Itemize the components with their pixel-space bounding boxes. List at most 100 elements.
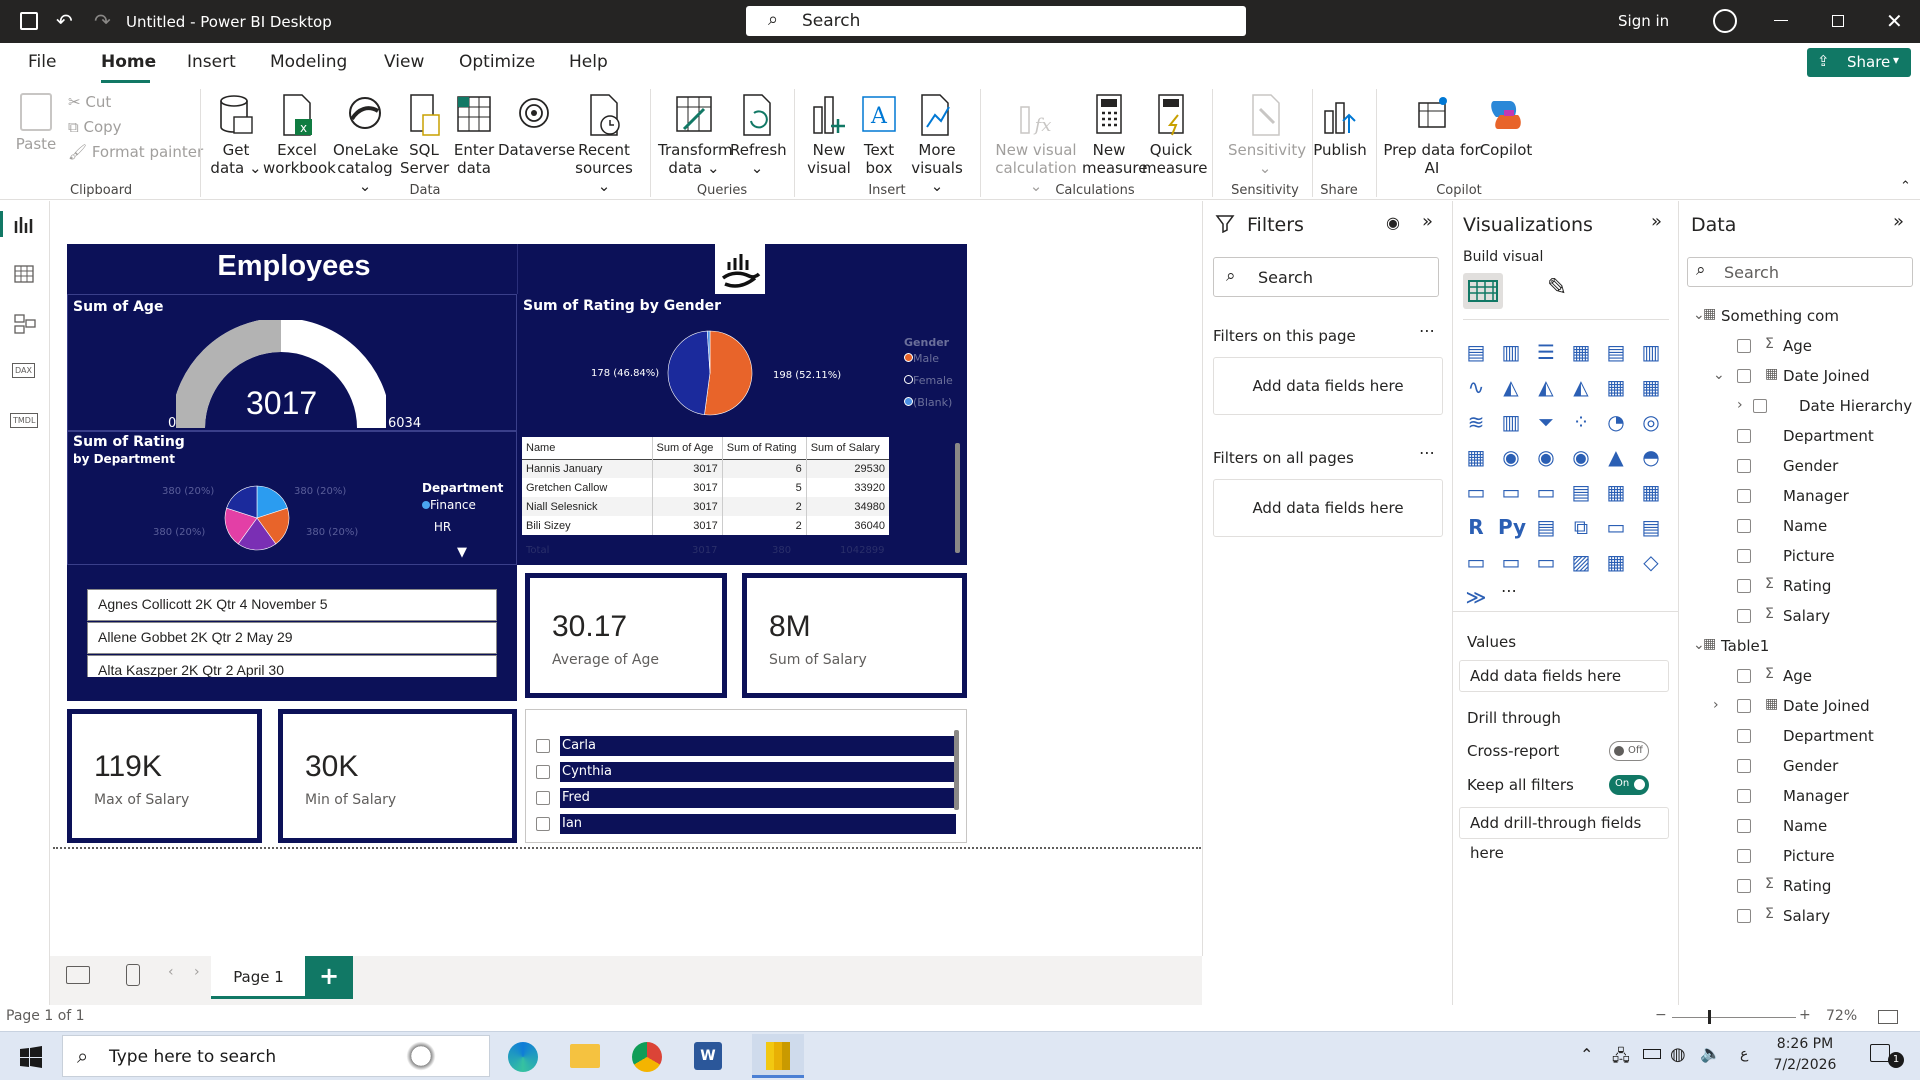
paginated-report-icon[interactable]: ▭ [1463, 550, 1489, 574]
build-visual-tab[interactable] [1463, 273, 1503, 309]
python-visual-icon[interactable]: Py [1498, 515, 1526, 539]
new-visual-calculation-button[interactable]: fx New visual calculation ⌄ [992, 93, 1080, 195]
donut-slice-male[interactable] [704, 330, 753, 416]
map-icon[interactable]: ◉ [1498, 445, 1524, 469]
menu-insert[interactable]: Insert [187, 52, 236, 72]
chrome-app-icon[interactable] [632, 1042, 662, 1072]
undo-icon[interactable]: ↶ [56, 9, 73, 33]
slicer-checkbox[interactable] [536, 817, 550, 831]
battery-icon[interactable] [1643, 1049, 1661, 1059]
col-salary[interactable]: Sum of Salary [806, 437, 889, 459]
menu-file[interactable]: File [28, 52, 56, 72]
field-date-joined[interactable]: ⌄ ▦ Date Joined [1679, 365, 1919, 389]
kpi-icon[interactable]: ▭ [1533, 480, 1559, 504]
key-influencers-icon[interactable]: ▤ [1533, 515, 1559, 539]
more-options-icon[interactable]: ⋯ [1419, 321, 1435, 340]
chevron-down-icon[interactable]: ⌄ [1713, 367, 1725, 383]
list-visual[interactable]: Agnes Collicott 2K Qtr 4 November 5 Alle… [67, 565, 517, 701]
table-view-icon[interactable] [14, 265, 34, 283]
zoom-out-icon[interactable]: − [1655, 1007, 1667, 1023]
table-row[interactable]: Hannis January 3017 6 29530 [522, 459, 889, 478]
field-salary[interactable]: Σ Salary [1679, 905, 1919, 929]
more-options-icon[interactable]: ⋯ [1419, 443, 1435, 462]
filters-page-dropzone[interactable]: Add data fields here [1213, 357, 1443, 415]
edge-app-icon[interactable] [508, 1042, 538, 1072]
field-checkbox[interactable] [1737, 519, 1751, 533]
report-view-icon[interactable] [14, 215, 34, 233]
drill-through-dropzone[interactable]: Add drill-through fields here [1459, 807, 1669, 862]
sum-salary-card[interactable]: 8M Sum of Salary [742, 573, 967, 698]
slicer-icon[interactable]: ▤ [1568, 480, 1594, 504]
line-clustered-column-icon[interactable]: ▦ [1638, 375, 1664, 399]
collapse-ribbon-icon[interactable]: ⌃ [1900, 179, 1911, 194]
col-age[interactable]: Sum of Age [652, 437, 723, 459]
sensitivity-button[interactable]: Sensitivity ⌄ [1228, 93, 1306, 177]
quick-measure-button[interactable]: Quick measure [1142, 93, 1207, 177]
new-measure-button[interactable]: New measure [1082, 93, 1147, 177]
field-checkbox[interactable] [1737, 429, 1751, 443]
multi-row-card-icon[interactable]: ▭ [1498, 480, 1524, 504]
name-slicer[interactable]: Carla Cynthia Fred Ian [525, 709, 967, 843]
fit-page-icon[interactable] [1878, 1010, 1898, 1024]
menu-home[interactable]: Home [101, 52, 156, 72]
page-tab-1[interactable]: Page 1 [211, 956, 306, 999]
stacked-bar-icon[interactable]: ▤ [1463, 340, 1489, 364]
pie-icon[interactable]: ◔ [1603, 410, 1629, 434]
field-date-hierarchy[interactable]: › Date Hierarchy [1679, 395, 1919, 419]
power-apps-icon[interactable]: ▭ [1498, 550, 1524, 574]
share-button[interactable]: ⇪ Share ▾ [1807, 48, 1911, 77]
sql-server-button[interactable]: SQL Server [400, 93, 449, 177]
get-data-button[interactable]: Get data ⌄ [208, 93, 264, 177]
waterfall-icon[interactable]: ▥ [1498, 410, 1524, 434]
collapse-filters-icon[interactable]: » [1422, 211, 1433, 232]
redo-icon[interactable]: ↷ [94, 9, 111, 33]
textbox-icon[interactable]: ◇ [1638, 550, 1664, 574]
excel-workbook-button[interactable]: x Excel workbook [263, 93, 336, 177]
tmdl-view-icon[interactable]: TMDL [10, 413, 39, 428]
collapse-viz-icon[interactable]: » [1651, 211, 1662, 232]
min-salary-card[interactable]: 30K Min of Salary [278, 709, 517, 843]
field-picture[interactable]: Picture [1679, 545, 1919, 569]
file-explorer-app-icon[interactable] [570, 1044, 600, 1068]
cross-report-toggle[interactable]: Off [1609, 741, 1649, 761]
transform-data-button[interactable]: Transform data ⌄ [658, 93, 733, 177]
line-icon[interactable]: ∿ [1463, 375, 1489, 399]
zoom-in-icon[interactable]: + [1799, 1007, 1811, 1023]
taskbar-search[interactable]: ⌕ Type here to search [62, 1035, 490, 1077]
field-checkbox[interactable] [1737, 669, 1751, 683]
chevron-right-icon[interactable]: › [1713, 697, 1719, 713]
close-icon[interactable]: ✕ [1886, 9, 1903, 33]
field-rating[interactable]: Σ Rating [1679, 875, 1919, 899]
ribbon-icon[interactable]: ≋ [1463, 410, 1489, 434]
slicer-scrollbar[interactable] [954, 730, 959, 810]
image-icon[interactable]: ▨ [1568, 550, 1594, 574]
prev-page-icon[interactable]: ‹ [168, 964, 174, 980]
table-row[interactable]: Gretchen Callow 3017 5 33920 [522, 478, 889, 497]
model-view-icon[interactable] [14, 314, 36, 334]
table-row[interactable]: Niall Selesnick 3017 2 34980 [522, 497, 889, 516]
menu-modeling[interactable]: Modeling [270, 52, 347, 72]
table-visual[interactable]: Name Sum of Age Sum of Rating Sum of Sal… [517, 431, 967, 565]
search-box[interactable]: ⌕ Search [746, 6, 1246, 36]
mobile-layout-icon[interactable] [126, 964, 140, 986]
filled-map-icon[interactable]: ◉ [1533, 445, 1559, 469]
field-checkbox[interactable] [1737, 579, 1751, 593]
add-page-button[interactable]: + [305, 956, 353, 999]
slicer-checkbox[interactable] [536, 791, 550, 805]
enter-data-button[interactable]: Enter data [450, 93, 498, 177]
menu-optimize[interactable]: Optimize [459, 52, 535, 72]
field-gender[interactable]: Gender [1679, 755, 1919, 779]
field-rating[interactable]: Σ Rating [1679, 575, 1919, 599]
area-icon[interactable]: ◭ [1498, 375, 1524, 399]
stacked-column-icon[interactable]: ▥ [1498, 340, 1524, 364]
slicer-item[interactable]: Carla [536, 736, 956, 756]
table-table1[interactable]: ⌄ ▦ Table1 [1679, 635, 1919, 659]
matrix-icon[interactable]: ▦ [1638, 480, 1664, 504]
slicer-item[interactable]: Ian [536, 814, 956, 834]
maximize-icon[interactable] [1832, 15, 1844, 27]
next-page-icon[interactable]: › [194, 964, 200, 980]
new-visual-button[interactable]: New visual [806, 93, 852, 177]
average-age-card[interactable]: 30.17 Average of Age [525, 573, 727, 698]
field-checkbox[interactable] [1737, 819, 1751, 833]
100-stacked-bar-icon[interactable]: ▤ [1603, 340, 1629, 364]
